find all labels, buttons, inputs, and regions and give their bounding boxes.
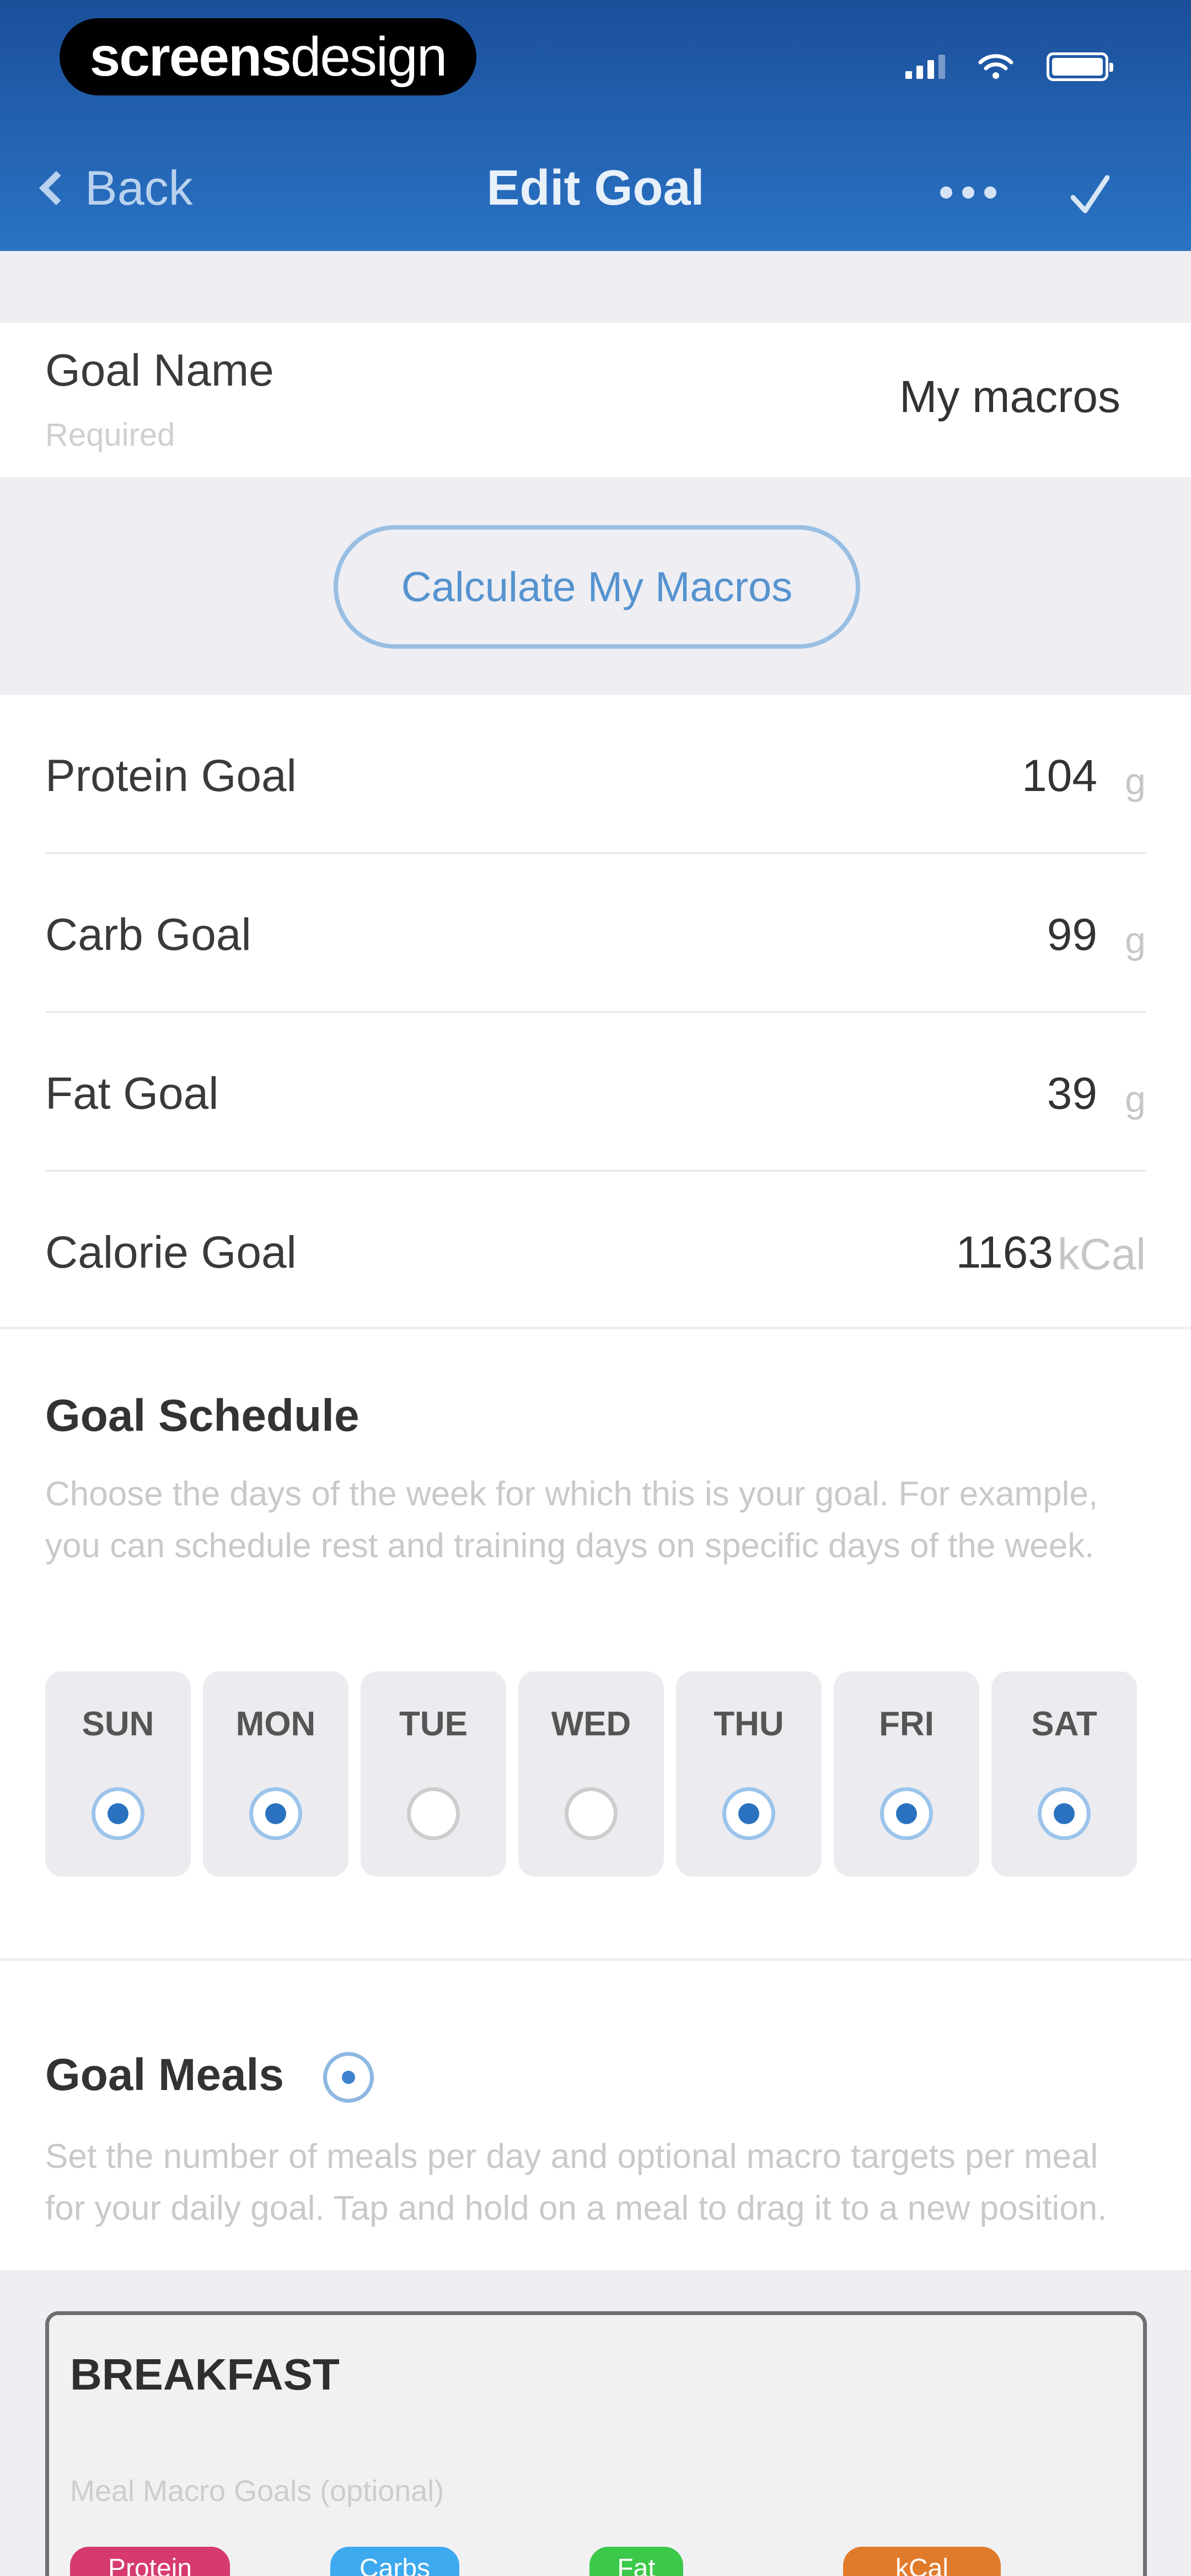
goal-name-required: Required (45, 417, 175, 453)
calorie-goal-value[interactable]: 1163 (956, 1227, 1053, 1279)
day-radio[interactable] (722, 1787, 775, 1840)
day-label: THU (713, 1705, 784, 1743)
calorie-goal-row[interactable]: Calorie Goal 1163 kCal (45, 1172, 1191, 1330)
carb-goal-value[interactable]: 99 (1047, 909, 1097, 961)
day-mon[interactable]: MON (203, 1671, 348, 1877)
breakfast-meal-card[interactable]: BREAKFAST Meal Macro Goals (optional) Pr… (45, 2311, 1147, 2576)
day-wed[interactable]: WED (518, 1671, 664, 1877)
day-label: SUN (82, 1705, 154, 1743)
fat-goal-label: Fat Goal (45, 1068, 219, 1119)
macro-goals-list: Protein Goal 104 g Carb Goal 99 g Fat Go… (0, 695, 1191, 1327)
brand-logo-bold: screens (89, 25, 292, 88)
fat-goal-row[interactable]: Fat Goal 39 g (45, 1013, 1191, 1172)
day-thu[interactable]: THU (676, 1671, 822, 1877)
meal-title: BREAKFAST (70, 2350, 340, 2399)
protein-chip[interactable]: Protein (70, 2547, 230, 2576)
day-label: FRI (879, 1705, 934, 1743)
carbs-chip[interactable]: Carbs (330, 2547, 459, 2576)
day-sat[interactable]: SAT (991, 1671, 1137, 1877)
carb-goal-unit: g (1125, 920, 1146, 961)
goal-meals-section: Goal Meals Set the number of meals per d… (0, 1961, 1191, 2270)
day-radio[interactable] (407, 1787, 460, 1840)
more-icon[interactable] (940, 186, 996, 199)
day-label: MON (235, 1705, 316, 1743)
day-radio[interactable] (249, 1787, 302, 1840)
day-label: SAT (1031, 1705, 1097, 1743)
brand-logo-thin: design (290, 25, 448, 88)
goal-schedule-description: Choose the days of the week for which th… (45, 1475, 1098, 1565)
carb-goal-row[interactable]: Carb Goal 99 g (45, 854, 1191, 1013)
kcal-chip[interactable]: kCal (843, 2547, 1001, 2576)
protein-goal-row[interactable]: Protein Goal 104 g (45, 695, 1191, 854)
protein-goal-value[interactable]: 104 (1022, 750, 1097, 802)
meal-macro-goals-label: Meal Macro Goals (optional) (70, 2475, 444, 2508)
page-title: Edit Goal (486, 161, 705, 216)
signal-icon (905, 55, 945, 79)
goal-schedule-section: Goal Schedule Choose the days of the wee… (0, 1329, 1191, 1958)
day-label: TUE (399, 1705, 468, 1743)
goal-name-input[interactable]: My macros (899, 371, 1120, 423)
day-radio[interactable] (92, 1787, 144, 1840)
goal-meals-title: Goal Meals (45, 2050, 284, 2100)
protein-goal-unit: g (1125, 761, 1146, 803)
day-tue[interactable]: TUE (361, 1671, 506, 1877)
calorie-goal-label: Calorie Goal (45, 1227, 297, 1278)
fat-goal-value[interactable]: 39 (1047, 1068, 1097, 1120)
goal-schedule-title: Goal Schedule (45, 1391, 360, 1441)
goal-name-cell[interactable]: Goal Name Required My macros (0, 323, 1191, 477)
goal-meals-description: Set the number of meals per day and opti… (45, 2137, 1107, 2227)
wifi-icon (978, 54, 1013, 79)
day-radio[interactable] (1038, 1787, 1091, 1840)
protein-goal-label: Protein Goal (45, 751, 297, 801)
day-picker: SUN MON TUE WED THU FRI SAT (45, 1671, 1137, 1877)
status-icons (905, 52, 1113, 81)
battery-icon (1047, 52, 1113, 81)
day-radio[interactable] (565, 1787, 618, 1840)
nav-header: screens design Back Edit Goal (0, 0, 1191, 251)
day-fri[interactable]: FRI (834, 1671, 979, 1877)
carb-goal-label: Carb Goal (45, 910, 251, 960)
day-label: WED (551, 1705, 631, 1743)
goal-name-label: Goal Name (45, 345, 274, 396)
fat-chip[interactable]: Fat (589, 2547, 683, 2576)
brand-logo: screens design (60, 18, 476, 95)
day-sun[interactable]: SUN (45, 1671, 191, 1877)
add-circle-icon[interactable] (323, 2052, 374, 2103)
checkmark-icon[interactable] (1071, 165, 1109, 221)
fat-goal-unit: g (1125, 1078, 1146, 1120)
day-radio[interactable] (880, 1787, 933, 1840)
calorie-goal-unit: kCal (1057, 1230, 1146, 1279)
calculate-macros-button[interactable]: Calculate My Macros (334, 525, 860, 649)
